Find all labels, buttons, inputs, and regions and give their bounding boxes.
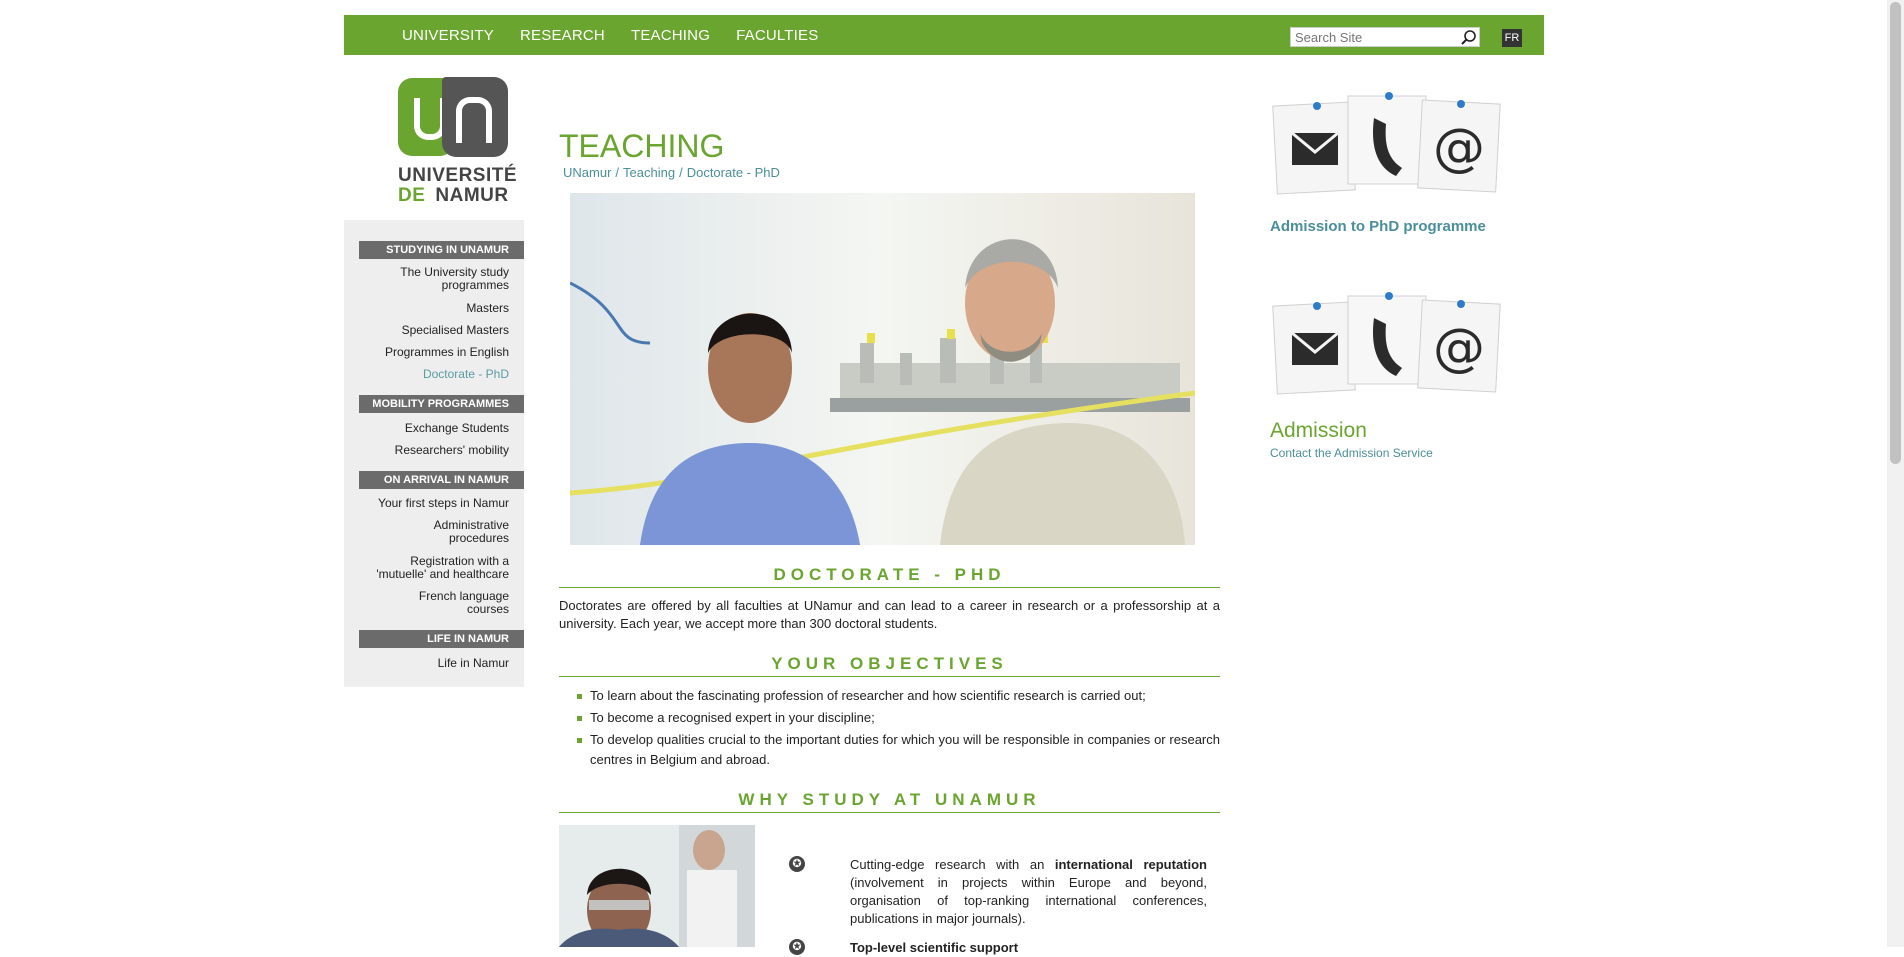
contact-notes-image-2[interactable]: @ (1270, 288, 1502, 398)
breadcrumb-doctorate[interactable]: Doctorate - PhD (687, 165, 780, 180)
main-menu: UNIVERSITY RESEARCH TEACHING FACULTIES (402, 15, 844, 55)
why-item-text: Top-level scientific support (850, 940, 1019, 955)
breadcrumb-teaching[interactable]: Teaching (623, 165, 675, 180)
sidebar-item-doctorate-phd[interactable]: Doctorate - PhD (369, 368, 509, 381)
nav-item-university[interactable]: UNIVERSITY (402, 27, 494, 44)
list-item: To become a recognised expert in your di… (576, 708, 1220, 728)
logo-text-de-namur: DE NAMUR (398, 185, 509, 206)
page-scrollbar[interactable] (1887, 0, 1904, 947)
doctorate-intro-text: Doctorates are offered by all faculties … (559, 598, 1220, 631)
sidebar-item-life-in-namur[interactable]: Life in Namur (369, 657, 509, 670)
page-title: TEACHING (559, 128, 725, 164)
sidebar-item-french-courses[interactable]: French language courses (409, 590, 509, 616)
svg-text:@: @ (1433, 118, 1485, 178)
sidebar-item-exchange-students[interactable]: Exchange Students (369, 422, 509, 435)
sidebar-item-administrative-procedures[interactable]: Administrative procedures (409, 519, 509, 545)
sidebar-item-programmes-english[interactable]: Programmes in English (369, 346, 509, 359)
search-input[interactable] (1291, 28, 1455, 46)
star-badge-icon: ✪ (789, 856, 805, 872)
sidebar-item-researchers-mobility[interactable]: Researchers' mobility (369, 444, 509, 457)
bullet-square-icon (577, 716, 582, 721)
sidebar-item-specialised-masters[interactable]: Specialised Masters (369, 324, 509, 337)
logo-mark-grey (442, 77, 508, 157)
nav-item-research[interactable]: RESEARCH (520, 27, 605, 44)
bullet-square-icon (577, 694, 582, 699)
list-item: To learn about the fascinating professio… (576, 686, 1220, 706)
search-icon[interactable] (1460, 29, 1477, 46)
sidebar-heading-studying[interactable]: STUDYING IN UNAMUR (359, 241, 524, 259)
sidebar-navigation: STUDYING IN UNAMUR The University study … (344, 220, 524, 687)
hero-photo-researchers (570, 193, 1195, 545)
nav-item-teaching[interactable]: TEACHING (631, 27, 710, 44)
sidebar-heading-arrival[interactable]: ON ARRIVAL IN NAMUR (359, 471, 524, 489)
admission-title[interactable]: Admission (1270, 419, 1367, 443)
nav-item-faculties[interactable]: FACULTIES (736, 27, 818, 44)
sidebar-item-masters[interactable]: Masters (369, 302, 509, 315)
logo-text-universite: UNIVERSITÉ (398, 165, 518, 186)
contact-admission-link[interactable]: Contact the Admission Service (1270, 446, 1433, 460)
sidebar-item-study-programmes[interactable]: The University study programmes (369, 266, 509, 292)
section-title-why-study: WHY STUDY AT UNAMUR (559, 790, 1220, 813)
student-lab-photo (559, 825, 755, 947)
site-search (1290, 27, 1480, 47)
star-badge-icon: ✪ (789, 939, 805, 955)
scrollbar-thumb[interactable] (1890, 2, 1901, 464)
svg-text:@: @ (1433, 318, 1485, 378)
contact-notes-image[interactable]: @ (1270, 88, 1502, 198)
bullet-square-icon (577, 738, 582, 743)
objectives-list: To learn about the fascinating professio… (576, 686, 1220, 772)
sidebar-item-mutuelle-healthcare[interactable]: Registration with a 'mutuelle' and healt… (369, 555, 509, 581)
list-item: To develop qualities crucial to the impo… (576, 730, 1220, 770)
admission-phd-link[interactable]: Admission to PhD programme (1270, 218, 1486, 235)
section-title-doctorate: DOCTORATE - PHD (559, 565, 1220, 588)
unamur-logo[interactable]: UNIVERSITÉ DE NAMUR (398, 77, 517, 207)
section-title-objectives: YOUR OBJECTIVES (559, 654, 1220, 677)
why-item-text: Cutting-edge research with an internatio… (850, 857, 1208, 926)
top-navigation-bar: UNIVERSITY RESEARCH TEACHING FACULTIES F… (344, 15, 1544, 55)
sidebar-heading-mobility[interactable]: MOBILITY PROGRAMMES (359, 395, 524, 413)
breadcrumb: UNamur / Teaching / Doctorate - PhD (563, 165, 780, 180)
sidebar-heading-life[interactable]: LIFE IN NAMUR (359, 630, 524, 648)
language-switch-button[interactable]: FR (1502, 29, 1522, 47)
sidebar-item-first-steps[interactable]: Your first steps in Namur (369, 497, 509, 510)
breadcrumb-unamur[interactable]: UNamur (563, 165, 611, 180)
